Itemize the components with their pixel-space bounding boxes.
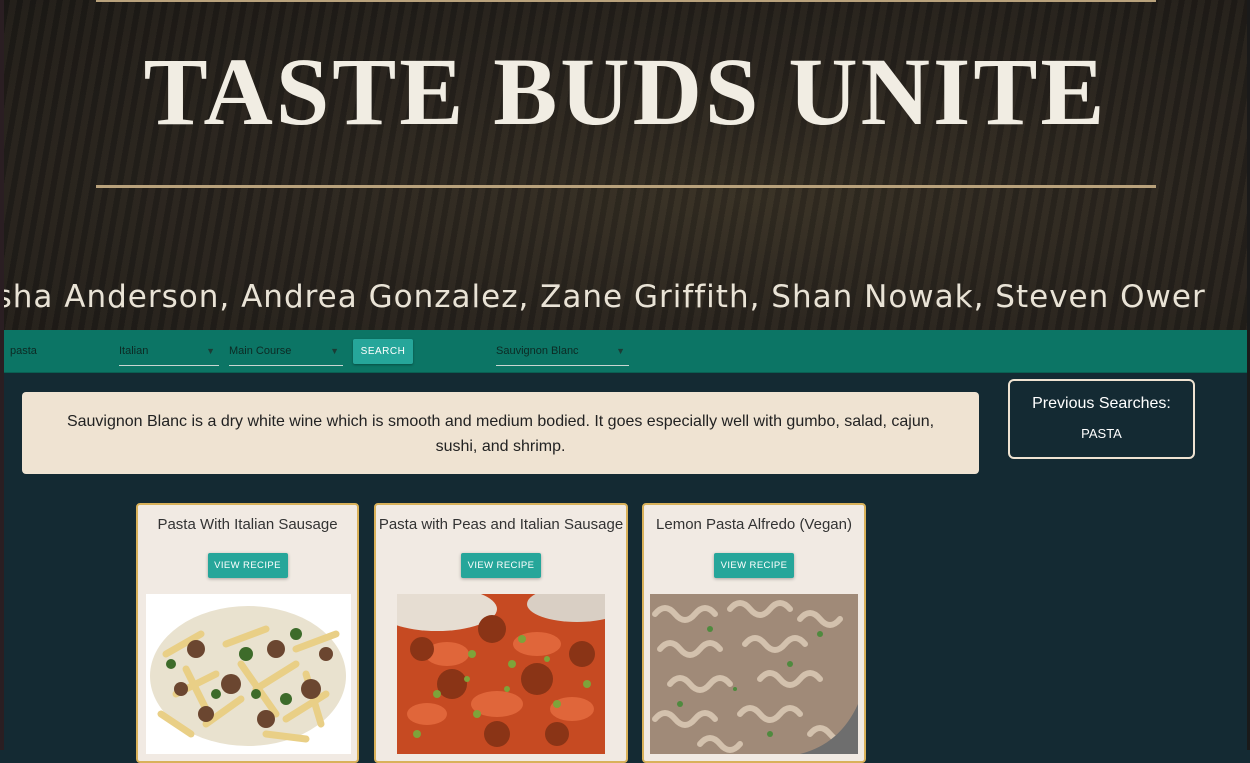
- recipe-image[interactable]: [397, 594, 605, 754]
- view-recipe-button[interactable]: VIEW RECIPE: [461, 553, 541, 578]
- hero-divider-top: [96, 0, 1156, 2]
- recipe-card: Pasta With Italian Sausage VIEW RECIPE: [136, 503, 359, 763]
- view-recipe-button[interactable]: VIEW RECIPE: [714, 553, 794, 578]
- recipe-title: Pasta With Italian Sausage: [157, 516, 338, 533]
- cuisine-value: Italian: [119, 345, 149, 357]
- farfalle-meatballs-photo: [397, 594, 605, 754]
- authors-marquee: isha Anderson, Andrea Gonzalez, Zane Gri…: [4, 276, 1247, 318]
- view-recipe-button[interactable]: VIEW RECIPE: [207, 553, 288, 578]
- recipe-card: Pasta with Peas and Italian Sausage VIEW…: [374, 503, 628, 763]
- fusilli-alfredo-photo: [650, 594, 858, 754]
- hero-divider-bottom: [96, 185, 1156, 188]
- recipe-image[interactable]: [146, 594, 351, 754]
- course-select[interactable]: Main Course ▼: [229, 339, 343, 366]
- chevron-down-icon: ▼: [616, 346, 625, 356]
- cuisine-select[interactable]: Italian ▼: [119, 339, 219, 366]
- search-button[interactable]: SEARCH: [353, 339, 413, 364]
- wine-pairing-text: Sauvignon Blanc is a dry white wine whic…: [66, 413, 935, 455]
- previous-searches-title: Previous Searches:: [1032, 395, 1171, 412]
- chevron-down-icon: ▼: [330, 346, 339, 356]
- recipe-title: Lemon Pasta Alfredo (Vegan): [656, 516, 852, 533]
- wine-value: Sauvignon Blanc: [496, 345, 579, 357]
- course-value: Main Course: [229, 345, 292, 357]
- search-bar: pasta Italian ▼ Main Course ▼ SEARCH Sau…: [4, 330, 1247, 373]
- wine-pairing-box: Sauvignon Blanc is a dry white wine whic…: [22, 392, 979, 474]
- authors-text: isha Anderson, Andrea Gonzalez, Zane Gri…: [4, 279, 1206, 315]
- previous-searches-panel: Previous Searches: PASTA: [1008, 379, 1195, 459]
- recipe-card: Lemon Pasta Alfredo (Vegan) VIEW RECIPE: [642, 503, 866, 763]
- wine-select[interactable]: Sauvignon Blanc ▼: [496, 339, 629, 366]
- hero-banner: TASTE BUDS UNITE isha Anderson, Andrea G…: [4, 0, 1247, 330]
- site-title: TASTE BUDS UNITE: [143, 38, 1108, 145]
- recipe-title: Pasta with Peas and Italian Sausage: [378, 516, 624, 533]
- penne-sausage-photo: [146, 594, 351, 754]
- previous-search-item[interactable]: PASTA: [1010, 425, 1193, 443]
- chevron-down-icon: ▼: [206, 346, 215, 356]
- recipe-image[interactable]: [650, 594, 858, 754]
- search-input[interactable]: pasta: [10, 339, 110, 365]
